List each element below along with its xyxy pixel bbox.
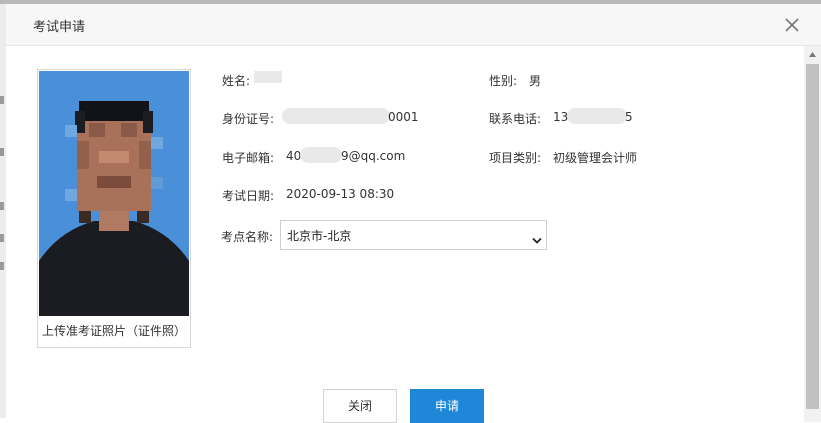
exam-date-label: 考试日期: (222, 189, 275, 203)
category-label: 项目类别: (489, 151, 542, 165)
scroll-up-arrow-icon[interactable] (804, 46, 821, 63)
id-number-redacted (282, 108, 390, 124)
email-prefix: 40 (286, 149, 302, 163)
id-number-value: 0001 (388, 110, 419, 124)
id-number-label: 身份证号: (222, 112, 275, 126)
dialog-title: 考试申请 (33, 20, 86, 35)
dialog-header: 考试申请 (0, 4, 821, 46)
exam-site-selected-value: 北京市-北京 (287, 229, 352, 243)
exam-site-select[interactable]: 北京市-北京 (280, 220, 547, 250)
exam-site-label: 考点名称: (221, 230, 274, 244)
id-photo (39, 71, 189, 316)
background-page-edge (0, 4, 6, 418)
photo-upload-caption[interactable]: 上传准考证照片（证件照） (38, 322, 190, 339)
email-suffix: 9@qq.com (341, 149, 406, 163)
chevron-down-icon (532, 230, 542, 244)
phone-label: 联系电话: (489, 112, 542, 126)
name-label: 姓名: (222, 74, 251, 88)
email-label: 电子邮箱: (222, 151, 275, 165)
scrollbar-thumb[interactable] (806, 64, 819, 409)
gender-label: 性别: (489, 74, 518, 88)
close-icon[interactable] (780, 13, 804, 37)
scrollbar[interactable] (804, 46, 821, 422)
gender-value: 男 (529, 74, 542, 88)
email-redacted (300, 147, 342, 163)
exam-application-dialog: 考试申请 上传准考证照片（证件照） 姓名: 性别: 男 身份证号: 0001 联… (0, 4, 821, 423)
exam-date-value: 2020-09-13 08:30 (286, 187, 395, 201)
phone-redacted (567, 108, 627, 124)
phone-prefix: 13 (553, 110, 569, 124)
photo-upload-box[interactable]: 上传准考证照片（证件照） (37, 69, 191, 348)
phone-suffix: 5 (625, 110, 633, 124)
category-value: 初级管理会计师 (553, 151, 638, 165)
name-value-redacted (254, 71, 282, 83)
